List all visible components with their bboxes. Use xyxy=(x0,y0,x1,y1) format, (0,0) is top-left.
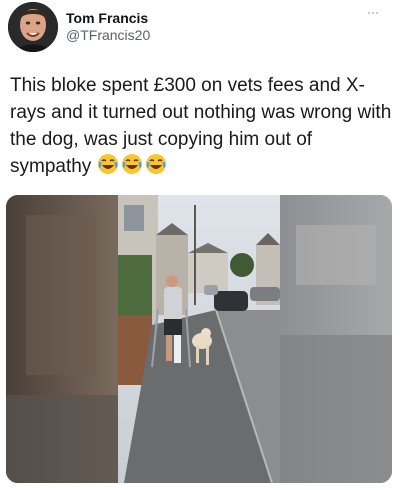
avatar[interactable] xyxy=(8,2,58,52)
avatar-image xyxy=(8,2,58,52)
more-options-button[interactable] xyxy=(362,6,384,20)
tweet-video[interactable] xyxy=(6,195,392,483)
tweet-card: Tom Francis @TFrancis20 This bloke spent… xyxy=(0,0,400,490)
laughing-crying-face-icon xyxy=(122,154,143,174)
video-frame xyxy=(6,195,392,483)
tweet-body: This bloke spent £300 on vets fees and X… xyxy=(10,72,394,180)
laughing-crying-face-icon xyxy=(146,154,167,174)
author-names: Tom Francis @TFrancis20 xyxy=(66,10,150,44)
tweet-header: Tom Francis @TFrancis20 xyxy=(8,2,392,54)
emoji-group xyxy=(97,153,167,175)
display-name[interactable]: Tom Francis xyxy=(66,10,150,26)
handle[interactable]: @TFrancis20 xyxy=(66,26,150,44)
laughing-crying-face-icon xyxy=(98,154,119,174)
tweet-text: This bloke spent £300 on vets fees and X… xyxy=(10,75,397,177)
more-horizontal-icon xyxy=(368,12,370,14)
